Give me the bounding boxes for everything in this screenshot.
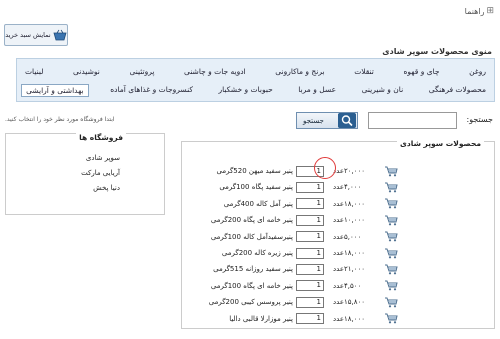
tab-hygiene[interactable]: بهداشتی و آرایشی <box>21 84 89 97</box>
add-to-cart-icon[interactable] <box>384 264 398 275</box>
product-price: ۴,۰۰۰ <box>344 183 362 192</box>
product-row: پنیر سفید میهن 520گرمی 1 عدد ۲۰,۰۰۰ <box>188 164 488 178</box>
quantity-input[interactable]: 1 <box>296 313 324 325</box>
search-button-label: جستجو <box>303 116 324 125</box>
category-row-1: لبنیات نوشیدنی پروتئینی ادویه جات و چاشن… <box>21 66 490 77</box>
store-item[interactable]: آریایی مارکت <box>81 169 120 177</box>
quantity-input[interactable]: 1 <box>296 231 324 243</box>
basket-icon <box>53 29 67 41</box>
tab-rice-pasta[interactable]: برنج و ماکارونی <box>271 66 328 77</box>
unit-label: عدد <box>333 298 344 307</box>
product-price: ۵,۰۰۰ <box>344 232 362 241</box>
product-price: ۱۸,۰۰۰ <box>344 199 366 208</box>
add-to-cart-icon[interactable] <box>384 198 398 209</box>
stores-title: فروشگاه ها <box>76 133 126 142</box>
product-price: ۴,۵۰۰ <box>344 281 362 290</box>
show-cart-label: نمایش سبد خرید <box>5 31 51 39</box>
unit-label: عدد <box>333 281 344 290</box>
store-item[interactable]: سوپر شادی <box>81 154 120 162</box>
menu-title: منوی محصولات سوپر شادی <box>382 47 492 56</box>
add-to-cart-icon[interactable] <box>384 280 398 291</box>
unit-label: عدد <box>333 199 344 208</box>
quantity-input[interactable]: 1 <box>296 280 324 292</box>
category-menu: لبنیات نوشیدنی پروتئینی ادویه جات و چاشن… <box>16 58 495 102</box>
product-price: ۱۰,۰۰۰ <box>344 216 366 225</box>
search-button[interactable]: جستجو <box>296 112 358 129</box>
add-to-cart-icon[interactable] <box>384 182 398 193</box>
add-to-cart-icon[interactable] <box>384 215 398 226</box>
quantity-input[interactable]: 1 <box>296 181 324 193</box>
help-label: راهنما <box>464 6 485 16</box>
product-name: پنیر سفید روزانه 515گرمی <box>213 265 293 274</box>
tab-honey-jam[interactable]: عسل و مربا <box>294 84 340 97</box>
tab-snacks[interactable]: تنقلات <box>350 66 378 77</box>
product-name: پنیر موزارلا قالبی دالیا <box>229 314 293 323</box>
store-hint: ابتدا فروشگاه مورد نظر خود را انتخاب کنی… <box>5 116 115 123</box>
help-link[interactable]: ⊞ راهنما <box>465 6 494 16</box>
category-row-2: بهداشتی و آرایشی کنسروجات و غذاهای آماده… <box>21 84 490 97</box>
unit-label: عدد <box>333 183 344 192</box>
quantity-input[interactable]: 1 <box>296 247 324 259</box>
tab-cultural[interactable]: محصولات فرهنگی <box>425 84 490 97</box>
add-to-cart-icon[interactable] <box>384 166 398 177</box>
product-row: پنیر زیره کاله 200گرمی 1 عدد ۱۸,۰۰۰ <box>188 246 488 260</box>
search-icon <box>338 113 356 128</box>
tab-canned[interactable]: کنسروجات و غذاهای آماده <box>106 84 197 97</box>
product-name: پنیر پروسس کیبی 200گرمی <box>208 298 293 307</box>
product-name: پنیر خامه ای پگاه 100گرمی <box>210 281 293 290</box>
product-row: پنیر موزارلا قالبی دالیا 1 عدد ۱۸,۰۰۰ <box>188 312 488 326</box>
add-to-cart-icon[interactable] <box>384 231 398 242</box>
quantity-input[interactable]: 1 <box>296 214 324 226</box>
product-row: پنیر خامه ای پگاه 200گرمی 1 عدد ۱۰,۰۰۰ <box>188 213 488 227</box>
tab-dairy[interactable]: لبنیات <box>21 66 47 77</box>
add-to-cart-icon[interactable] <box>384 313 398 324</box>
product-price: ۱۵,۸۰۰ <box>344 298 366 307</box>
search-input[interactable] <box>368 112 457 129</box>
product-name: پنیرسفیدآمل کاله 100گرمی <box>210 232 293 241</box>
quantity-input[interactable]: 1 <box>296 198 324 210</box>
search-label: جستجو: <box>466 115 494 124</box>
product-name: پنیر خامه ای پگاه 200گرمی <box>210 216 293 225</box>
product-row: پنیر سفید روزانه 515گرمی 1 عدد ۲۱,۰۰۰ <box>188 262 488 276</box>
products-title: محصولات سوپر شادی <box>397 139 484 148</box>
product-price: ۱۸,۰۰۰ <box>344 314 366 323</box>
stores-list: سوپر شادی آریایی مارکت دنیا پخش <box>81 154 120 199</box>
tab-protein[interactable]: پروتئینی <box>125 66 158 77</box>
add-to-cart-icon[interactable] <box>384 248 398 259</box>
tab-spices[interactable]: ادویه جات و چاشنی <box>180 66 250 77</box>
product-price: ۲۰,۰۰۰ <box>344 167 366 175</box>
add-to-cart-icon[interactable] <box>384 297 398 308</box>
product-row: پنیر آمل کاله 400گرمی 1 عدد ۱۸,۰۰۰ <box>188 197 488 211</box>
unit-label: عدد <box>333 216 344 225</box>
tab-drinks[interactable]: نوشیدنی <box>69 66 104 77</box>
tab-legumes[interactable]: حبوبات و خشکبار <box>214 84 276 97</box>
product-price: ۲۱,۰۰۰ <box>344 265 366 274</box>
product-name: پنیر سفید میهن 520گرمی <box>216 167 293 175</box>
product-row: پنیر خامه ای پگاه 100گرمی 1 عدد ۴,۵۰۰ <box>188 279 488 293</box>
products-panel: محصولات سوپر شادی پنیر سفید میهن 520گرمی… <box>181 139 495 329</box>
product-price: ۱۸,۰۰۰ <box>344 249 366 257</box>
stores-panel: فروشگاه ها سوپر شادی آریایی مارکت دنیا پ… <box>5 133 165 215</box>
unit-label: عدد <box>333 265 344 274</box>
product-row: پنیرسفیدآمل کاله 100گرمی 1 عدد ۵,۰۰۰ <box>188 230 488 244</box>
unit-label: عدد <box>333 232 344 241</box>
unit-label: عدد <box>333 314 344 323</box>
show-cart-button[interactable]: نمایش سبد خرید <box>4 24 68 46</box>
quantity-input[interactable]: 1 <box>296 263 324 275</box>
tab-oil[interactable]: روغن <box>465 66 490 77</box>
product-row: پنیر پروسس کیبی 200گرمی 1 عدد ۱۵,۸۰۰ <box>188 295 488 309</box>
tab-bread[interactable]: نان و شیرینی <box>358 84 408 97</box>
tab-tea-coffee[interactable]: چای و قهوه <box>399 66 443 77</box>
highlight-circle <box>314 157 336 179</box>
unit-label: عدد <box>333 249 344 257</box>
product-row: پنیر سفید پگاه 100گرمی 1 عدد ۴,۰۰۰ <box>188 180 488 194</box>
product-name: پنیر آمل کاله 400گرمی <box>223 199 293 208</box>
product-name: پنیر زیره کاله 200گرمی <box>221 249 293 257</box>
quantity-input[interactable]: 1 <box>296 296 324 308</box>
help-icon: ⊞ <box>486 6 494 16</box>
store-item[interactable]: دنیا پخش <box>81 184 120 192</box>
product-name: پنیر سفید پگاه 100گرمی <box>219 183 293 192</box>
